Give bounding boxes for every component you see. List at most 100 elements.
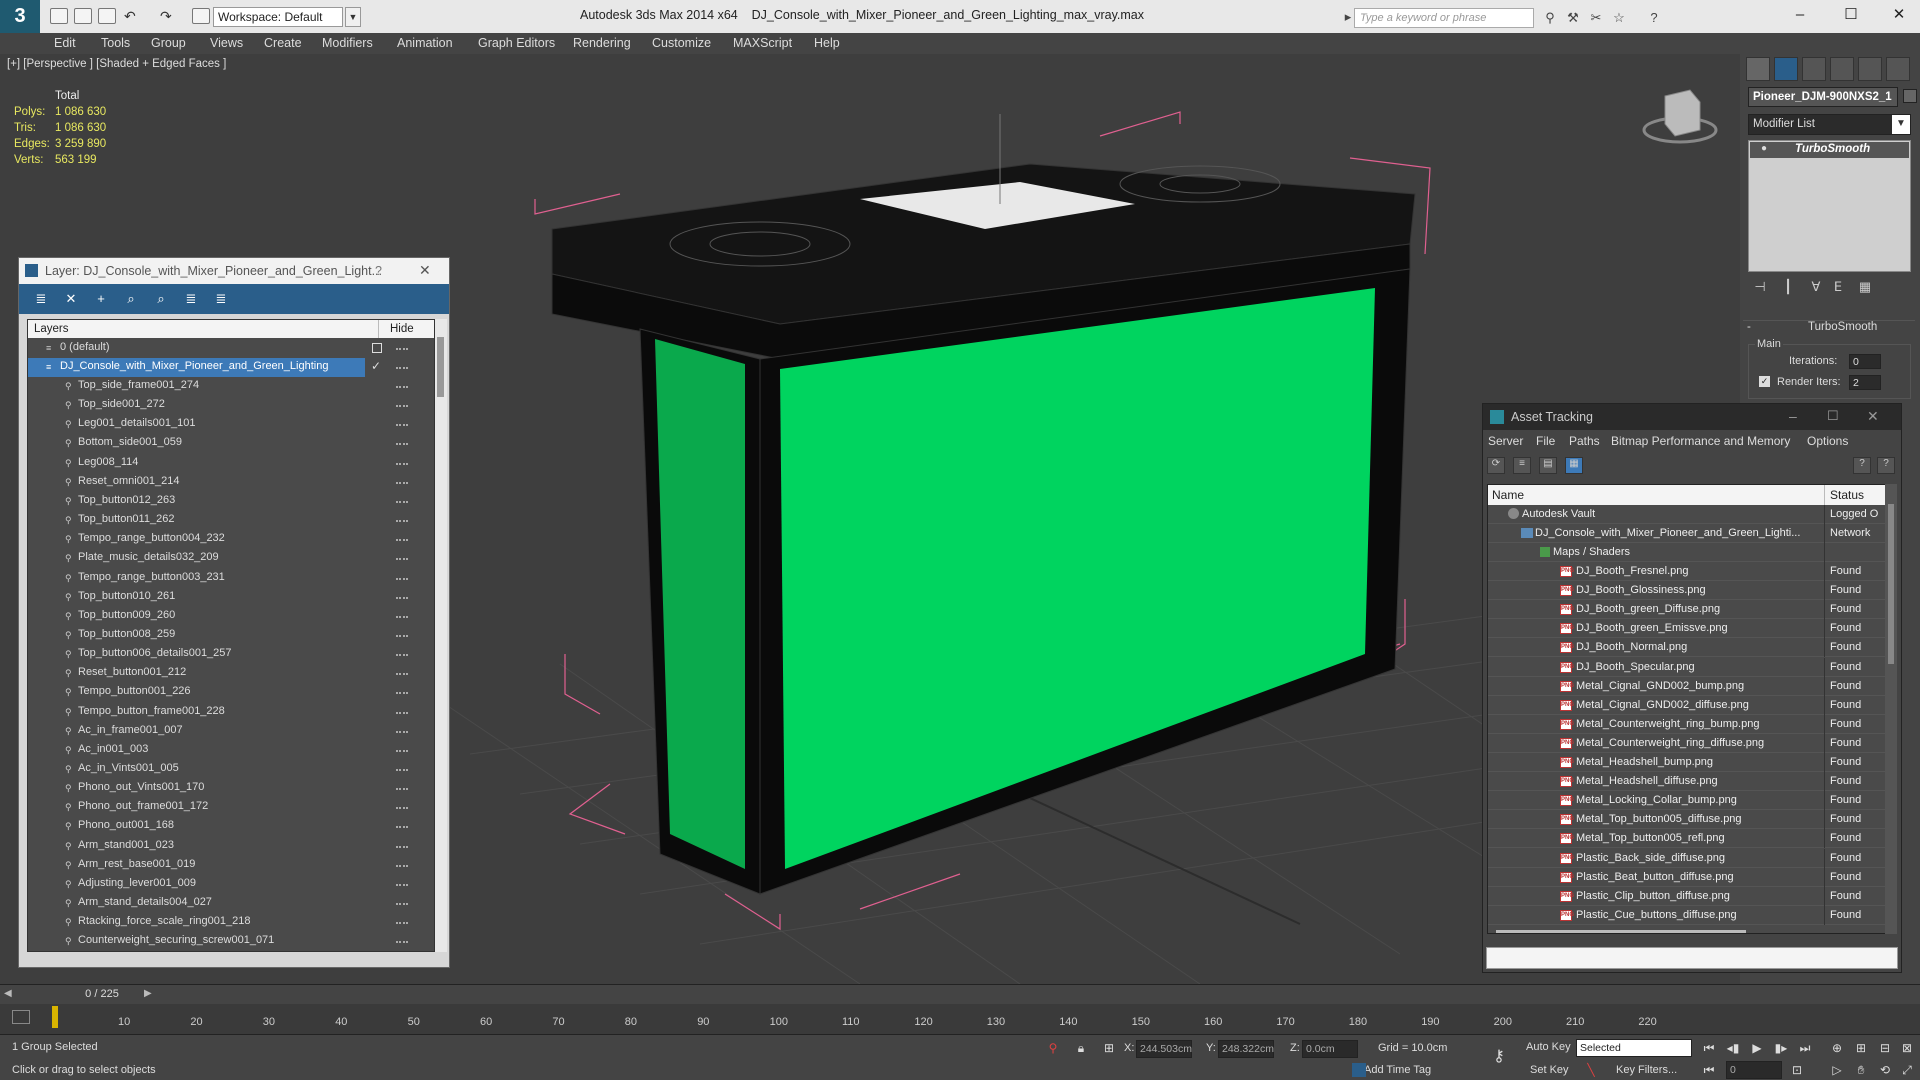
undo-icon[interactable]: ↶ xyxy=(124,8,142,24)
stack-item-turbosmooth[interactable]: TurboSmooth xyxy=(1750,142,1909,158)
asset-row-file[interactable]: PNG DJ_Booth_Specular.png Found xyxy=(1488,657,1896,677)
hide-toggle[interactable] xyxy=(396,826,408,829)
table-view-icon[interactable]: ▦ xyxy=(1565,457,1583,474)
binoculars-icon[interactable]: ⚲ xyxy=(1542,10,1558,25)
layer-object-row[interactable]: ⚲ Leg008_114 xyxy=(28,454,434,473)
workspace-select[interactable]: Workspace: Default xyxy=(213,7,343,27)
menu-help[interactable]: Help xyxy=(814,36,840,50)
viewcube-icon[interactable] xyxy=(1642,89,1718,144)
asset-row-file[interactable]: PNG Metal_Top_button005_refl.png Found xyxy=(1488,829,1896,849)
zoom-extents-icon[interactable]: ⊞ xyxy=(1852,1040,1870,1056)
hide-toggle[interactable] xyxy=(396,788,408,791)
hide-toggle[interactable] xyxy=(396,520,408,523)
isolate-selection-icon[interactable]: ⚲ xyxy=(1044,1040,1062,1056)
col-name[interactable]: Name xyxy=(1492,488,1524,502)
hide-toggle[interactable] xyxy=(396,654,408,657)
workspace-dropdown-icon[interactable]: ▼ xyxy=(345,7,361,27)
absolute-mode-icon[interactable]: ⊞ xyxy=(1100,1040,1118,1056)
col-hide[interactable]: Hide xyxy=(390,323,414,335)
col-status[interactable]: Status xyxy=(1830,488,1864,502)
make-unique-icon[interactable]: ∀ xyxy=(1806,279,1826,297)
hide-toggle[interactable] xyxy=(396,615,408,618)
layer-object-row[interactable]: ⚲ Reset_omni001_214 xyxy=(28,473,434,492)
layer-object-row[interactable]: ⚲ Arm_rest_base001_019 xyxy=(28,856,434,875)
hide-toggle[interactable] xyxy=(396,903,408,906)
set-key-button[interactable]: Set Key xyxy=(1530,1064,1569,1076)
asset-row-maps-folder[interactable]: Maps / Shaders xyxy=(1488,543,1896,562)
modifier-list-select[interactable]: Modifier List xyxy=(1748,114,1911,135)
modifier-list-dropdown-icon[interactable]: ▼ xyxy=(1892,115,1910,134)
modify-tab-icon[interactable] xyxy=(1774,57,1798,81)
hide-toggle[interactable] xyxy=(396,424,408,427)
app-logo-icon[interactable]: 3 xyxy=(0,0,40,33)
menu-maxscript[interactable]: MAXScript xyxy=(733,36,792,50)
asset-row-file[interactable]: PNG DJ_Booth_green_Emissve.png Found xyxy=(1488,619,1896,639)
asset-v-scroll-thumb[interactable] xyxy=(1888,504,1894,664)
asset-search-help-icon[interactable]: ? xyxy=(1877,457,1895,474)
layer-scroll-thumb[interactable] xyxy=(437,337,444,397)
hide-toggle[interactable] xyxy=(396,922,408,925)
motion-tab-icon[interactable] xyxy=(1830,57,1854,81)
create-layer-icon[interactable]: ≣ xyxy=(33,291,49,307)
menu-edit[interactable]: Edit xyxy=(54,36,76,50)
layer-object-row[interactable]: ⚲ Arm_stand_details004_027 xyxy=(28,894,434,913)
selection-lock-icon[interactable]: 🔒︎ xyxy=(1072,1040,1090,1056)
asset-row-file[interactable]: PNG DJ_Booth_Normal.png Found xyxy=(1488,638,1896,658)
close-button[interactable]: ✕ xyxy=(1884,4,1914,26)
asset-close-button[interactable]: ✕ xyxy=(1867,408,1879,425)
asset-row-file[interactable]: PNG DJ_Booth_Fresnel.png Found xyxy=(1488,562,1896,581)
menu-graph-editors[interactable]: Graph Editors xyxy=(478,36,555,50)
asset-row-file[interactable]: PNG Metal_Counterweight_ring_diffuse.png F… xyxy=(1488,733,1896,753)
layer-object-row[interactable]: ⚲ Ac_in_Vints001_005 xyxy=(28,760,434,779)
minimize-button[interactable]: – xyxy=(1785,4,1815,26)
asset-row-file[interactable]: PNG Metal_Top_button005_diffuse.png Found xyxy=(1488,810,1896,830)
key-icon[interactable]: ⚷ xyxy=(1490,1049,1508,1065)
asset-row-file[interactable]: PNG Metal_Cignal_GND002_diffuse.png Found xyxy=(1488,695,1896,715)
maximize-viewport-icon[interactable]: ⊠ xyxy=(1898,1040,1916,1056)
hide-toggle[interactable] xyxy=(396,692,408,695)
asset-menu-bitmap-performance[interactable]: Bitmap Performance and Memory xyxy=(1611,434,1790,448)
layer-object-row[interactable]: ⚲ Tempo_range_button003_231 xyxy=(28,569,434,588)
viewport-label[interactable]: [+] [Perspective ] [Shaded + Edged Faces… xyxy=(7,58,226,70)
layer-object-row[interactable]: ⚲ Leg001_details001_101 xyxy=(28,415,434,434)
search-input[interactable]: Type a keyword or phrase xyxy=(1354,8,1534,28)
hide-toggle[interactable] xyxy=(396,730,408,733)
asset-menu-file[interactable]: File xyxy=(1536,434,1555,448)
freeze-all-icon[interactable]: ≣ xyxy=(213,291,229,307)
asset-v-scrollbar[interactable] xyxy=(1885,484,1897,934)
layer-object-row[interactable]: ⚲ Top_button008_259 xyxy=(28,626,434,645)
hide-toggle[interactable] xyxy=(396,462,408,465)
asset-row-file[interactable]: PNG Metal_Cignal_GND002_bump.png Found xyxy=(1488,676,1896,696)
current-layer-toggle[interactable] xyxy=(372,343,382,353)
current-layer-check-icon[interactable]: ✓ xyxy=(371,359,381,373)
layer-object-row[interactable]: ⚲ Top_button010_261 xyxy=(28,588,434,607)
layer-object-row[interactable]: ⚲ Top_button012_263 xyxy=(28,492,434,511)
layer-object-row[interactable]: ⚲ Ac_in_frame001_007 xyxy=(28,722,434,741)
go-to-start-icon[interactable]: ⏮ xyxy=(1700,1040,1718,1056)
current-frame-field[interactable]: 0 xyxy=(1726,1061,1782,1079)
layer-object-row[interactable]: ⚲ Top_side_frame001_274 xyxy=(28,377,434,396)
hide-toggle[interactable] xyxy=(396,577,408,580)
favorites-star-icon[interactable]: ☆ xyxy=(1611,10,1627,25)
key-mode-select[interactable]: Selected xyxy=(1576,1039,1692,1057)
layer-active[interactable]: ≡ DJ_Console_with_Mixer_Pioneer_and_Gree… xyxy=(28,358,365,377)
layer-object-row[interactable]: ⚲ Adjusting_lever001_009 xyxy=(28,875,434,894)
render-iters-checkbox[interactable]: ✓ xyxy=(1759,376,1770,387)
next-frame-icon[interactable]: ▮▸ xyxy=(1772,1040,1790,1056)
asset-minimize-button[interactable]: – xyxy=(1789,408,1797,424)
hide-toggle[interactable] xyxy=(396,711,408,714)
menu-create[interactable]: Create xyxy=(264,36,302,50)
select-objects-icon[interactable]: ⌕ xyxy=(123,291,139,307)
asset-row-vault[interactable]: Autodesk Vault Logged O xyxy=(1488,505,1896,524)
asset-menu-server[interactable]: Server xyxy=(1488,434,1523,448)
object-name-field[interactable]: Pioneer_DJM-900NXS2_1 xyxy=(1748,87,1898,107)
previous-frame-icon[interactable]: ◂▮ xyxy=(1724,1040,1742,1056)
hide-toggle[interactable] xyxy=(396,405,408,408)
new-file-icon[interactable] xyxy=(50,8,68,24)
layer-object-row[interactable]: ⚲ Tempo_range_button004_232 xyxy=(28,530,434,549)
zoom-extents-all-icon[interactable]: ⊟ xyxy=(1876,1040,1894,1056)
save-file-icon[interactable] xyxy=(98,8,116,24)
asset-help-icon[interactable]: ? xyxy=(1853,457,1871,474)
x-coordinate-field[interactable]: 244.503cm xyxy=(1136,1040,1192,1058)
asset-dialog-title-bar[interactable]: Asset Tracking – ☐ ✕ xyxy=(1483,404,1901,430)
